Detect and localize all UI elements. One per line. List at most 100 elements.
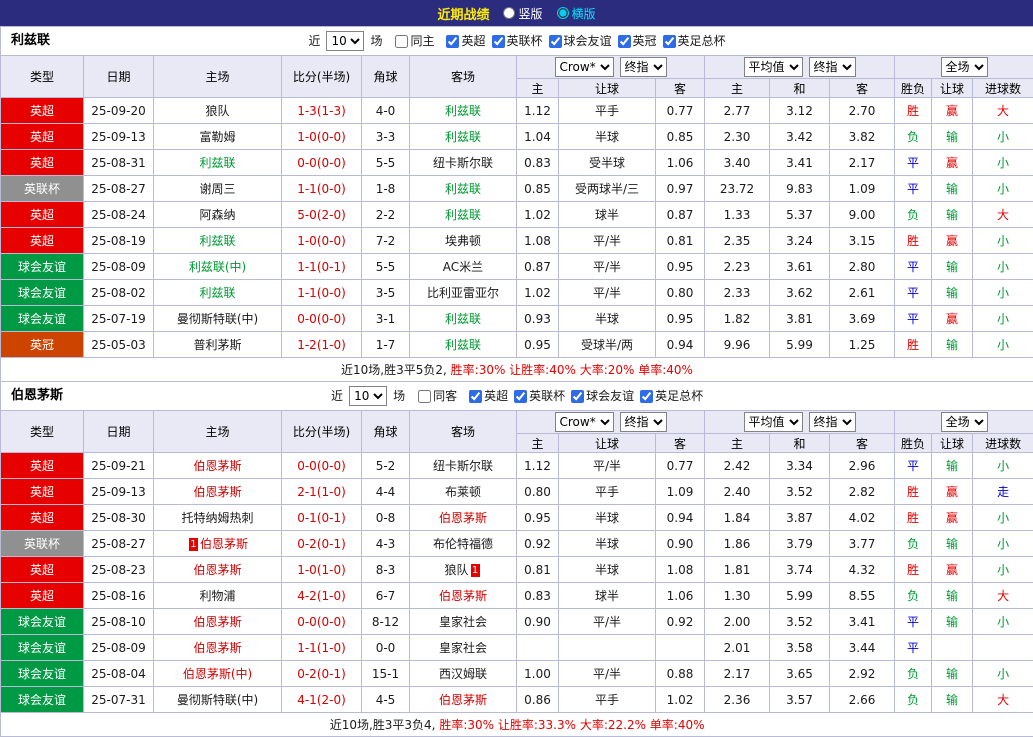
- score: 0-2(0-1): [282, 661, 362, 687]
- avg-final-select[interactable]: 终指: [809, 57, 856, 77]
- score: 0-0(0-0): [282, 306, 362, 332]
- handicap-outcome: 输: [932, 254, 973, 280]
- league-filter-checkbox-4-label: 英足总杯: [678, 27, 726, 55]
- corner-score: 2-2: [362, 202, 410, 228]
- league-filter-checkbox-3-input[interactable]: [618, 35, 631, 48]
- avg-final-select[interactable]: 终指: [809, 412, 856, 432]
- odds-final-select[interactable]: 终指: [620, 412, 667, 432]
- goals-outcome: 小: [973, 150, 1033, 176]
- result-outcome: 胜: [895, 479, 932, 505]
- handicap-line: 受两球半/三: [559, 176, 656, 202]
- scope-select[interactable]: 全场: [941, 412, 988, 432]
- avg-draw-odds: 5.37: [770, 202, 830, 228]
- handicap-outcome: 赢: [932, 98, 973, 124]
- avg-home-odds: 1.84: [705, 505, 770, 531]
- league-filter-checkbox-2-input[interactable]: [549, 35, 562, 48]
- league-filter-checkbox-2[interactable]: 球会友谊: [549, 27, 612, 55]
- avg-draw-odds: 3.81: [770, 306, 830, 332]
- handicap-home-odds: 1.02: [517, 202, 559, 228]
- league-filter-checkbox-1[interactable]: 英联杯: [514, 382, 565, 410]
- handicap-line: 半球: [559, 505, 656, 531]
- summary-prefix: 近10场,胜3平3负4,: [330, 718, 440, 732]
- avg-home-odds: 1.30: [705, 583, 770, 609]
- avg-home-odds: 1.86: [705, 531, 770, 557]
- avg-home-odds: 1.82: [705, 306, 770, 332]
- league-filter-checkbox-3-input[interactable]: [640, 390, 653, 403]
- avg-home-odds: 2.01: [705, 635, 770, 661]
- score: 1-2(1-0): [282, 332, 362, 358]
- league-filter-checkbox-1-input[interactable]: [514, 390, 527, 403]
- avg-home-odds: 2.33: [705, 280, 770, 306]
- sub-col-header: 胜负: [895, 434, 932, 453]
- odds-final-select[interactable]: 终指: [620, 57, 667, 77]
- league-filter-checkbox-0[interactable]: 英超: [469, 382, 508, 410]
- handicap-outcome: 赢: [932, 306, 973, 332]
- layout-radio-horizontal-input[interactable]: [557, 7, 569, 19]
- match-date: 25-09-20: [84, 98, 154, 124]
- league-filter-checkbox-3[interactable]: 英冠: [618, 27, 657, 55]
- avg-away-odds: 3.77: [830, 531, 895, 557]
- avg-home-odds: 2.00: [705, 609, 770, 635]
- recent-count-select[interactable]: 10: [326, 31, 364, 51]
- score: 0-0(0-0): [282, 609, 362, 635]
- home-team: 伯恩茅斯: [154, 557, 282, 583]
- near-label: 近: [308, 27, 320, 55]
- league-filter-checkbox-2-input[interactable]: [571, 390, 584, 403]
- league-filter-checkbox-0-input[interactable]: [446, 35, 459, 48]
- layout-radio-horizontal[interactable]: 横版: [557, 5, 596, 22]
- handicap-away-odds: 0.97: [656, 176, 705, 202]
- venue-filter-checkbox-input[interactable]: [395, 35, 408, 48]
- away-team: 布莱顿: [410, 479, 517, 505]
- odds-source-select[interactable]: Crow*: [555, 57, 614, 77]
- corner-score: 6-7: [362, 583, 410, 609]
- venue-filter-checkbox[interactable]: 同主: [395, 27, 434, 55]
- league-badge: 英超: [1, 124, 84, 150]
- away-team: AC米兰: [410, 254, 517, 280]
- league-filter-checkbox-4[interactable]: 英足总杯: [663, 27, 726, 55]
- avg-home-odds: 1.33: [705, 202, 770, 228]
- avg-draw-odds: 5.99: [770, 583, 830, 609]
- match-date: 25-08-10: [84, 609, 154, 635]
- corner-score: 5-5: [362, 150, 410, 176]
- avg-draw-odds: 3.57: [770, 687, 830, 713]
- avg-source-select[interactable]: 平均值: [744, 412, 803, 432]
- league-filter-checkbox-0-input[interactable]: [469, 390, 482, 403]
- handicap-away-odds: 0.77: [656, 98, 705, 124]
- sub-col-header: 让球: [932, 79, 973, 98]
- corner-score: 5-5: [362, 254, 410, 280]
- filter-controls: 近10场同主英超英联杯球会友谊英冠英足总杯: [308, 27, 725, 55]
- league-filter-checkbox-3[interactable]: 英足总杯: [640, 382, 703, 410]
- handicap-home-odds: 0.93: [517, 306, 559, 332]
- score: 0-0(0-0): [282, 150, 362, 176]
- league-badge: 英超: [1, 583, 84, 609]
- home-team: 利兹联: [154, 150, 282, 176]
- league-filter-checkbox-1-input[interactable]: [492, 35, 505, 48]
- league-badge: 英超: [1, 150, 84, 176]
- match-row: 球会友谊25-07-19曼彻斯特联(中)0-0(0-0)3-1利兹联0.93半球…: [1, 306, 1033, 332]
- corner-score: 4-4: [362, 479, 410, 505]
- layout-radio-vertical[interactable]: 竖版: [503, 5, 542, 22]
- match-date: 25-08-31: [84, 150, 154, 176]
- league-filter-checkbox-0[interactable]: 英超: [446, 27, 485, 55]
- league-filter-checkbox-1[interactable]: 英联杯: [492, 27, 543, 55]
- handicap-outcome: 输: [932, 176, 973, 202]
- scope-select[interactable]: 全场: [941, 57, 988, 77]
- handicap-away-odds: 0.77: [656, 453, 705, 479]
- league-filter-checkbox-2[interactable]: 球会友谊: [571, 382, 634, 410]
- odds-source-select[interactable]: Crow*: [555, 412, 614, 432]
- venue-filter-checkbox[interactable]: 同客: [418, 382, 457, 410]
- corner-score: 4-0: [362, 98, 410, 124]
- league-filter-checkbox-4-input[interactable]: [663, 35, 676, 48]
- recent-count-select[interactable]: 10: [349, 386, 387, 406]
- handicap-line: 球半: [559, 583, 656, 609]
- sub-col-header: 客: [656, 434, 705, 453]
- score: 1-1(0-0): [282, 176, 362, 202]
- score: 1-0(0-0): [282, 124, 362, 150]
- avg-source-select[interactable]: 平均值: [744, 57, 803, 77]
- col-header: 类型: [1, 56, 84, 98]
- summary-stats: 胜率:30% 让胜率:40% 大率:20% 单率:40%: [451, 363, 693, 377]
- away-team: 西汉姆联: [410, 661, 517, 687]
- venue-filter-checkbox-input[interactable]: [418, 390, 431, 403]
- score: 5-0(2-0): [282, 202, 362, 228]
- layout-radio-vertical-input[interactable]: [503, 7, 515, 19]
